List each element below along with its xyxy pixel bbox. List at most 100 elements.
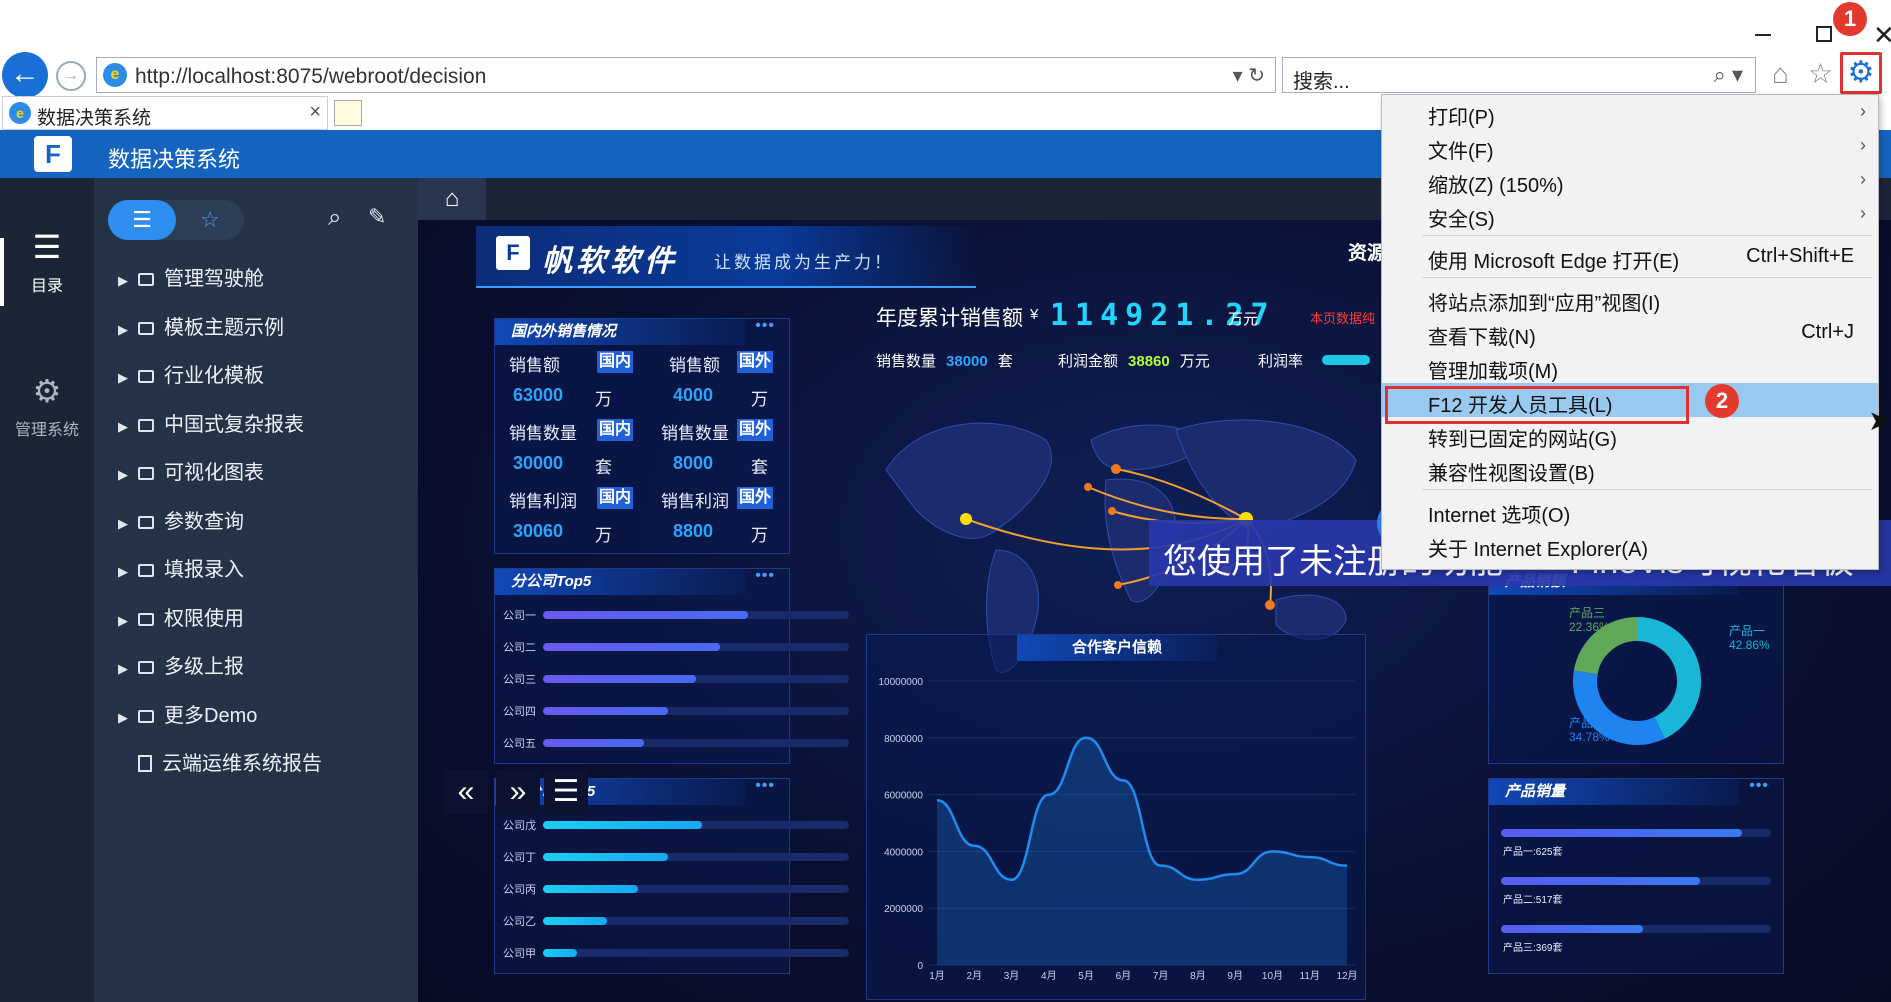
dir-item-multi-level-report[interactable]: ▶ 多级上报	[118, 650, 244, 684]
bar-track	[543, 917, 849, 925]
tools-gear-button[interactable]: ⚙	[1840, 52, 1882, 94]
f12-highlight-box	[1385, 386, 1689, 424]
volume-bar-label: 产品二:517套	[1503, 895, 1563, 906]
top5-card: 分公司Top5 ••• 公司一 公司二 公司三 公司四 公司五	[494, 567, 849, 764]
rail-label-management: 管理系统	[14, 422, 79, 439]
qty-label: 销售数量	[509, 424, 577, 443]
folder-icon	[138, 273, 154, 286]
profit-unit: 万	[595, 526, 612, 545]
menu-item-file[interactable]: 文件(F) ›	[1382, 129, 1878, 163]
dir-item-data-entry[interactable]: ▶ 填报录入	[118, 553, 244, 587]
dir-item-complex-reports[interactable]: ▶ 中国式复杂报表	[118, 408, 304, 442]
menu-item-about-ie[interactable]: 关于 Internet Explorer(A)	[1382, 527, 1878, 561]
app-logo: F	[34, 136, 72, 172]
expand-arrow-icon: ▶	[118, 661, 128, 676]
y-tick-label: 4000000	[884, 847, 923, 858]
rail-item-management[interactable]: ⚙ 管理系统	[0, 372, 94, 440]
menu-item-print[interactable]: 打印(P) ›	[1382, 95, 1878, 129]
back-button[interactable]: ←	[2, 52, 48, 98]
rail-item-directory[interactable]: ☰ 目录	[0, 228, 94, 296]
menu-item-safety[interactable]: 安全(S) ›	[1382, 197, 1878, 231]
qty-foreign-value: 8000	[673, 453, 714, 473]
home-icon: ⌂	[444, 185, 460, 212]
customer-area-chart: 0 2000000 4000000 6000000 8000000 10000000 1月 2…	[879, 677, 1358, 982]
search-box[interactable]: 搜索... ⌕ ▾	[1282, 57, 1756, 93]
dir-item-more-demo[interactable]: ▶ 更多Demo	[118, 699, 257, 733]
company-bar-row: 公司二	[503, 641, 849, 654]
card-dots: •••	[755, 317, 775, 334]
new-tab-button[interactable]	[334, 100, 362, 126]
left-rail: ☰ 目录 ⚙ 管理系统	[0, 178, 94, 1002]
menu-item-add-to-apps[interactable]: 将站点添加到“应用”视图(I)	[1382, 281, 1878, 315]
directory-tabs: ☰ ☆	[108, 200, 244, 240]
qty-domestic-value: 30000	[513, 453, 564, 473]
close-tab-icon[interactable]: ×	[309, 101, 321, 124]
dir-item-cloud-ops-report[interactable]: 云端运维系统报告	[118, 747, 322, 781]
ie-tools-menu: 打印(P) › 文件(F) › 缩放(Z) (150%) › 安全(S) › 使用 Mi…	[1381, 94, 1879, 570]
dir-item-cockpit[interactable]: ▶ 管理驾驶舱	[118, 262, 264, 296]
product-sales-card: 产品销额 ••• 产品一42.86%产品二34.78%产品三22.36%	[1488, 567, 1784, 764]
card-dots: •••	[755, 567, 775, 584]
dir-item-param-query[interactable]: ▶ 参数查询	[118, 505, 244, 539]
sales-domestic-value: 63000	[513, 385, 564, 405]
folder-icon	[138, 322, 154, 335]
tab-title: 数据决策系统	[37, 108, 152, 129]
favorites-star-icon[interactable]: ☆	[1808, 57, 1833, 90]
menu-item-manage-addons[interactable]: 管理加载项(M)	[1382, 349, 1878, 383]
y-tick-label: 2000000	[884, 904, 923, 915]
search-icon[interactable]: ⌕	[328, 204, 341, 232]
prev-page-button[interactable]: «	[444, 770, 488, 814]
minimize-button[interactable]	[1755, 34, 1771, 36]
search-input[interactable]: 搜索...	[1293, 65, 1350, 94]
company-name: 公司甲	[503, 948, 536, 960]
expand-arrow-icon: ▶	[118, 516, 128, 531]
address-bar[interactable]: e http://localhost:8075/webroot/decision…	[96, 57, 1276, 93]
address-controls[interactable]: ▾ ↻	[1233, 63, 1265, 88]
browser-tab[interactable]: e 数据决策系统 ×	[2, 96, 328, 130]
tab-favorites[interactable]: ☆	[176, 200, 244, 240]
search-icon[interactable]: ⌕ ▾	[1714, 62, 1743, 88]
refresh-icon[interactable]: ↻	[1248, 65, 1265, 87]
mouse-cursor-icon: ➤	[1868, 405, 1891, 436]
folder-icon	[138, 370, 154, 383]
qty-unit: 套	[595, 458, 612, 477]
menu-item-zoom[interactable]: 缩放(Z) (150%) ›	[1382, 163, 1878, 197]
bar-track	[543, 821, 849, 829]
company-name: 公司乙	[503, 916, 536, 928]
pin-icon[interactable]: ✎	[368, 204, 386, 230]
expand-arrow-icon: ▶	[118, 467, 128, 482]
close-window-button[interactable]: ✕	[1873, 20, 1891, 51]
volume-bar-track	[1501, 877, 1771, 885]
menu-item-view-downloads[interactable]: 查看下载(N) Ctrl+J	[1382, 315, 1878, 349]
home-tab[interactable]: ⌂	[418, 178, 486, 220]
donut-slice-3	[1573, 617, 1638, 675]
submenu-arrow-icon: ›	[1860, 101, 1866, 121]
kpi-title: 年度累计销售额	[876, 307, 1023, 330]
dir-item-visual-charts[interactable]: ▶ 可视化图表	[118, 456, 264, 490]
forward-button[interactable]: →	[56, 61, 86, 91]
dir-item-template-themes[interactable]: ▶ 模板主题示例	[118, 311, 284, 345]
bar-track	[543, 949, 849, 957]
x-tick-label: 9月	[1227, 970, 1243, 982]
home-icon[interactable]: ⌂	[1772, 58, 1789, 90]
menu-item-internet-options[interactable]: Internet 选项(O)	[1382, 493, 1878, 527]
double-chevron-left-icon: «	[457, 775, 475, 808]
maximize-button[interactable]	[1816, 26, 1832, 42]
address-url[interactable]: http://localhost:8075/webroot/decision	[135, 65, 486, 89]
dropdown-icon[interactable]: ▾	[1233, 65, 1243, 87]
page-list-button[interactable]: ☰	[544, 770, 588, 814]
company-bar-row: 公司四	[503, 705, 849, 718]
expand-arrow-icon: ▶	[118, 419, 128, 434]
forward-icon: →	[63, 67, 79, 84]
tab-directory-list[interactable]: ☰	[108, 200, 176, 240]
menu-item-compat-view[interactable]: 兼容性视图设置(B)	[1382, 451, 1878, 485]
company-name: 公司二	[503, 642, 536, 654]
dir-item-permissions[interactable]: ▶ 权限使用	[118, 602, 244, 636]
company-bar-row: 公司三	[503, 673, 849, 686]
top5-card-title: 分公司Top5	[495, 569, 745, 595]
menu-item-open-in-edge[interactable]: 使用 Microsoft Edge 打开(E) Ctrl+Shift+E	[1382, 239, 1878, 273]
dir-item-industry-templates[interactable]: ▶ 行业化模板	[118, 359, 264, 393]
next-page-button[interactable]: »	[496, 770, 540, 814]
company-name: 公司三	[503, 674, 536, 686]
expand-arrow-icon: ▶	[118, 322, 128, 337]
